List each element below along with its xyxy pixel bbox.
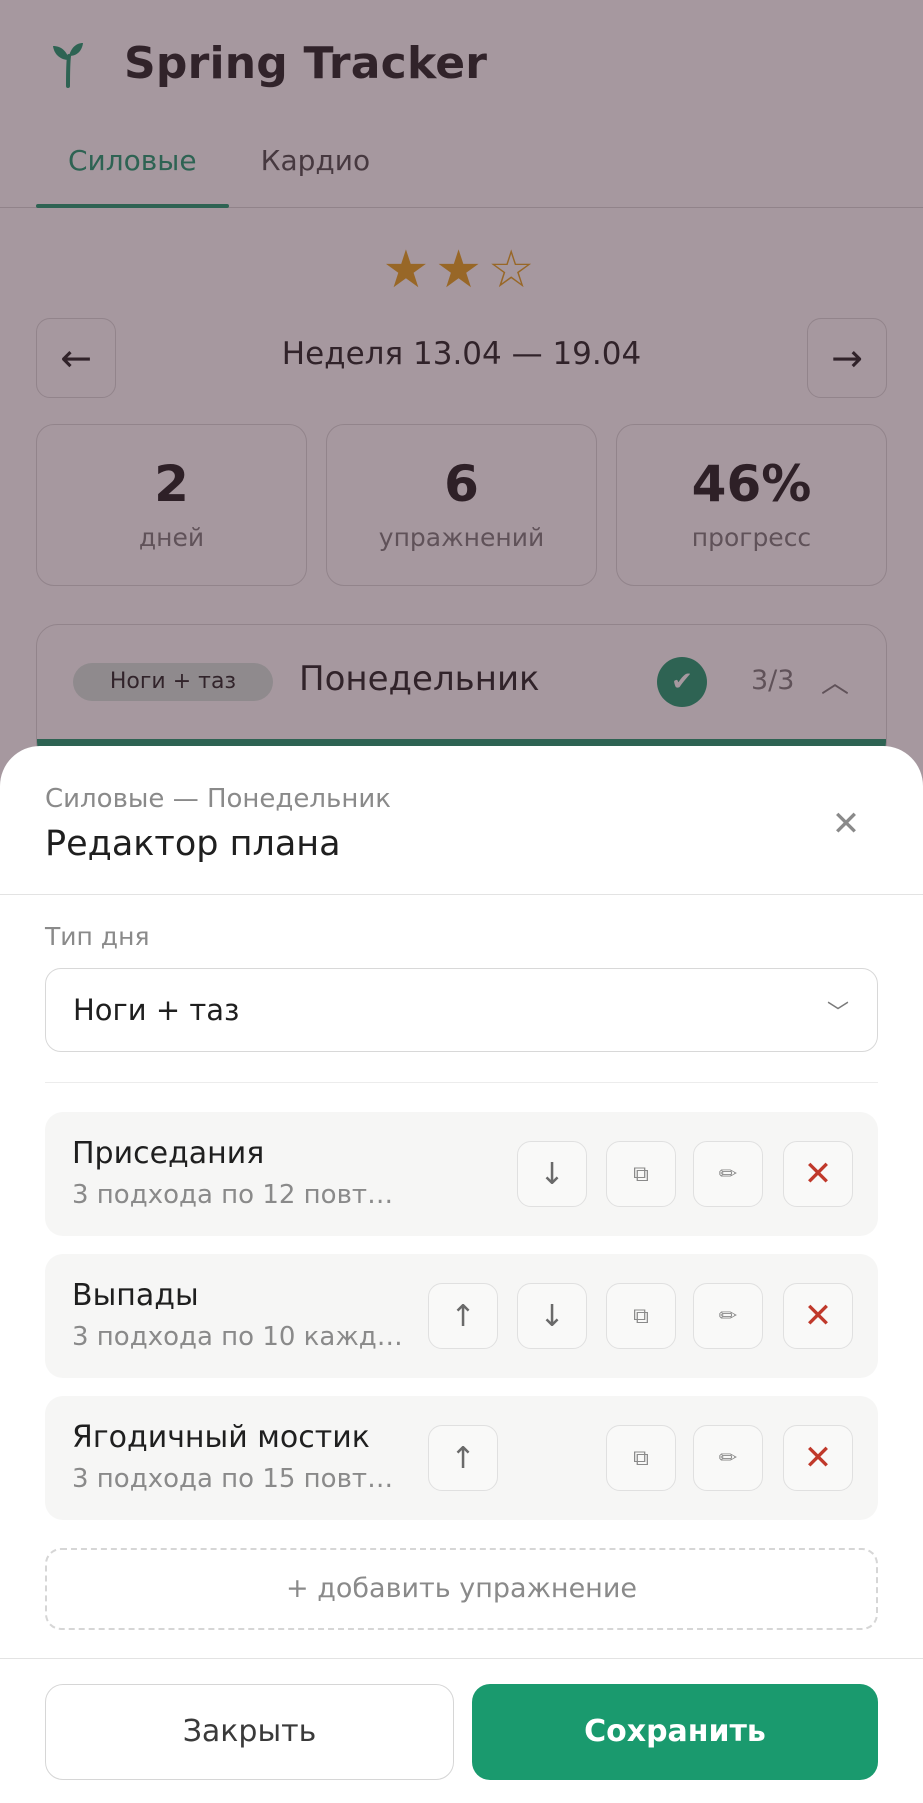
exercise-name: Выпады xyxy=(72,1278,199,1313)
pencil-icon: ✏ xyxy=(718,1303,738,1329)
divider xyxy=(45,1082,878,1083)
pencil-icon: ✏ xyxy=(718,1445,738,1471)
arrow-up-icon: ↑ xyxy=(450,1298,476,1334)
exercise-card: Приседания 3 подхода по 12 повторений ↓ … xyxy=(45,1112,878,1236)
arrow-up-icon: ↑ xyxy=(450,1440,476,1476)
duplicate-button[interactable]: ⧉ xyxy=(606,1141,676,1207)
exercise-card: Выпады 3 подхода по 10 каждой ногой ↑ ↓ … xyxy=(45,1254,878,1378)
divider xyxy=(0,1658,923,1659)
sheet-title: Редактор плана xyxy=(45,824,341,864)
day-type-label: Тип дня xyxy=(45,922,150,951)
day-type-select[interactable]: Ноги + таз ﹀ xyxy=(45,968,878,1052)
exercise-desc: 3 подхода по 12 повторений xyxy=(72,1180,407,1210)
delete-button[interactable]: ✕ xyxy=(783,1141,853,1207)
delete-icon: ✕ xyxy=(803,1154,833,1194)
duplicate-button[interactable]: ⧉ xyxy=(606,1283,676,1349)
close-icon[interactable]: ✕ xyxy=(826,804,866,844)
move-down-button[interactable]: ↓ xyxy=(517,1283,587,1349)
divider xyxy=(0,894,923,895)
delete-button[interactable]: ✕ xyxy=(783,1425,853,1491)
sheet-subtitle: Силовые — Понедельник xyxy=(45,784,391,814)
day-type-value: Ноги + таз xyxy=(73,993,240,1027)
exercise-card: Ягодичный мостик 3 подхода по 15 повторе… xyxy=(45,1396,878,1520)
move-down-button[interactable]: ↓ xyxy=(517,1141,587,1207)
edit-button[interactable]: ✏ xyxy=(693,1425,763,1491)
duplicate-button[interactable]: ⧉ xyxy=(606,1425,676,1491)
arrow-down-icon: ↓ xyxy=(539,1156,565,1192)
exercise-name: Ягодичный мостик xyxy=(72,1420,370,1455)
chevron-down-icon: ﹀ xyxy=(826,1001,849,1026)
exercise-desc: 3 подхода по 15 повторений xyxy=(72,1464,407,1494)
edit-button[interactable]: ✏ xyxy=(693,1283,763,1349)
add-exercise-button[interactable]: + добавить упражнение xyxy=(45,1548,878,1630)
exercise-name: Приседания xyxy=(72,1136,265,1171)
exercise-desc: 3 подхода по 10 каждой ногой xyxy=(72,1322,407,1352)
move-up-button[interactable]: ↑ xyxy=(428,1283,498,1349)
copy-icon: ⧉ xyxy=(633,1303,649,1329)
close-button[interactable]: Закрыть xyxy=(45,1684,454,1780)
delete-icon: ✕ xyxy=(803,1296,833,1336)
arrow-down-icon: ↓ xyxy=(539,1298,565,1334)
pencil-icon: ✏ xyxy=(718,1161,738,1187)
copy-icon: ⧉ xyxy=(633,1445,649,1471)
delete-icon: ✕ xyxy=(803,1438,833,1478)
delete-button[interactable]: ✕ xyxy=(783,1283,853,1349)
copy-icon: ⧉ xyxy=(633,1161,649,1187)
move-up-button[interactable]: ↑ xyxy=(428,1425,498,1491)
plan-editor-sheet: Силовые — Понедельник Редактор плана ✕ Т… xyxy=(0,746,923,1803)
save-button[interactable]: Сохранить xyxy=(472,1684,878,1780)
edit-button[interactable]: ✏ xyxy=(693,1141,763,1207)
